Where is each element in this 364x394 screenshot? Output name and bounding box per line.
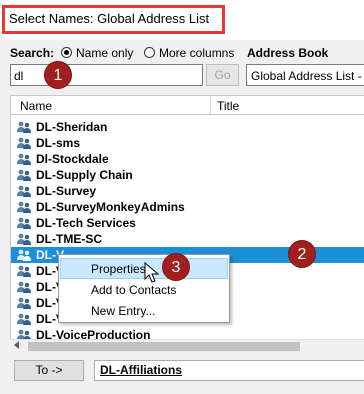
list-item[interactable]: DL-sms bbox=[11, 135, 364, 151]
search-label: Search: bbox=[10, 46, 55, 60]
scroll-left-arrow-icon[interactable] bbox=[14, 341, 19, 349]
group-contact-icon bbox=[17, 249, 31, 261]
list-item-label: DL-Sheridan bbox=[36, 120, 108, 134]
menu-item-label: Add to Contacts bbox=[91, 283, 177, 297]
list-item-label: DL-Tech Services bbox=[36, 216, 136, 230]
menu-item-label: New Entry... bbox=[91, 304, 156, 318]
list-item-label: Dl-Stockdale bbox=[36, 152, 109, 166]
callout-step-2: 2 bbox=[288, 240, 316, 268]
group-contact-icon bbox=[17, 297, 31, 309]
list-item[interactable]: DL-Tech Services bbox=[11, 215, 364, 231]
address-book-label: Address Book bbox=[247, 46, 329, 60]
group-contact-icon bbox=[17, 137, 31, 149]
mouse-pointer-icon bbox=[144, 262, 160, 283]
group-contact-icon bbox=[17, 169, 31, 181]
callout-step-1: 1 bbox=[44, 61, 72, 89]
list-item-label: DL-Supply Chain bbox=[36, 168, 133, 182]
list-item-label: DL-Survey bbox=[36, 184, 97, 198]
group-contact-icon bbox=[17, 153, 31, 165]
list-item[interactable]: DL-SurveyMonkeyAdmins bbox=[11, 199, 364, 215]
list-header bbox=[10, 95, 364, 115]
list-item[interactable]: Dl-Stockdale bbox=[11, 151, 364, 167]
group-contact-icon bbox=[17, 313, 31, 325]
menu-item-label: Properties bbox=[91, 262, 146, 276]
column-header-title[interactable]: Title bbox=[217, 99, 239, 113]
name-only-radio[interactable] bbox=[61, 47, 72, 58]
list-item-label: DL-TME-SC bbox=[36, 232, 102, 246]
more-columns-label[interactable]: More columns bbox=[159, 46, 234, 60]
list-item[interactable]: DL-Sheridan bbox=[11, 119, 364, 135]
group-contact-icon bbox=[17, 265, 31, 277]
column-header-name[interactable]: Name bbox=[20, 99, 52, 113]
group-contact-icon bbox=[17, 281, 31, 293]
to-recipient-value[interactable]: DL-Affiliations bbox=[100, 363, 182, 377]
group-contact-icon bbox=[17, 233, 31, 245]
to-button[interactable]: To -> bbox=[14, 360, 84, 381]
group-contact-icon bbox=[17, 217, 31, 229]
group-contact-icon bbox=[17, 185, 31, 197]
address-book-value: Global Address List - I bbox=[251, 69, 364, 83]
list-item[interactable]: DL-Supply Chain bbox=[11, 167, 364, 183]
name-only-label[interactable]: Name only bbox=[76, 46, 133, 60]
go-button[interactable]: Go bbox=[206, 64, 239, 86]
group-contact-icon bbox=[17, 121, 31, 133]
scrollbar-thumb[interactable] bbox=[28, 342, 300, 351]
search-input-value: dl bbox=[14, 69, 24, 83]
column-divider[interactable] bbox=[210, 96, 211, 114]
menu-item-new-entry[interactable]: New Entry... bbox=[60, 300, 228, 321]
list-item[interactable]: DL-Survey bbox=[11, 183, 364, 199]
list-item-label: DL-sms bbox=[36, 136, 81, 150]
search-input[interactable] bbox=[10, 64, 203, 86]
group-contact-icon bbox=[17, 201, 31, 213]
window-title: Select Names: Global Address List bbox=[9, 11, 210, 26]
list-item-label: DL-SurveyMonkeyAdmins bbox=[36, 200, 185, 214]
more-columns-radio[interactable] bbox=[144, 47, 155, 58]
callout-step-3: 3 bbox=[162, 253, 190, 281]
